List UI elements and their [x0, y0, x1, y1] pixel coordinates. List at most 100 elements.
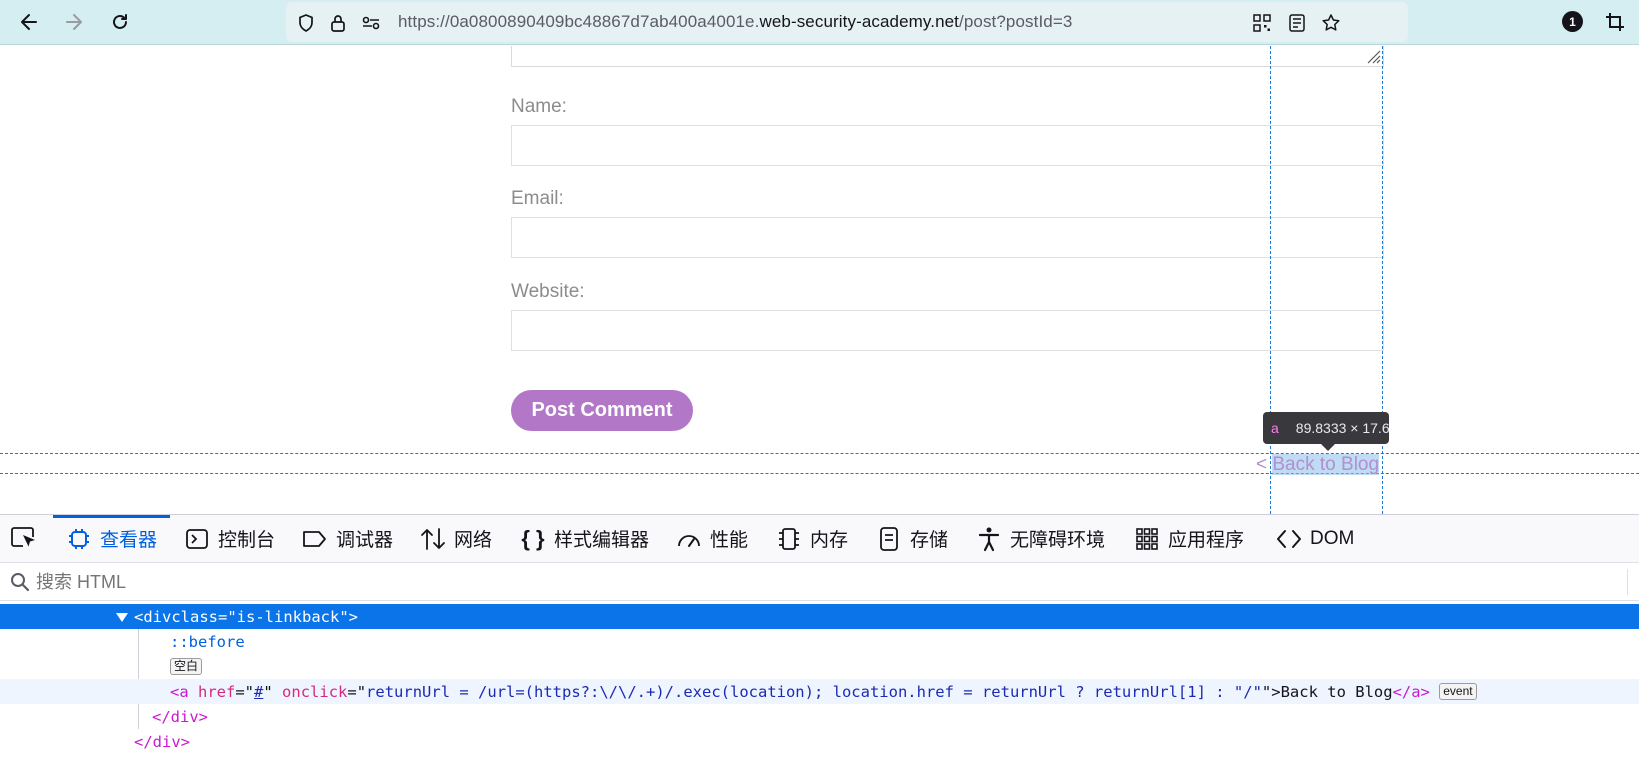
code-brackets-icon: [1276, 526, 1302, 552]
tab-dom[interactable]: DOM: [1276, 515, 1354, 562]
back-button[interactable]: [14, 8, 44, 36]
tooltip-size: 89.8333 × 17.6: [1295, 420, 1390, 436]
html-search-bar: [0, 563, 1639, 601]
markup-node-div-close[interactable]: </div>: [0, 704, 1639, 729]
memory-icon: [776, 526, 802, 552]
a-open: <a: [170, 682, 189, 701]
inspector-guide-bottom: [0, 473, 1639, 474]
a-close: </a>: [1392, 682, 1430, 701]
qr-code-icon[interactable]: [1251, 12, 1273, 34]
tab-application[interactable]: 应用程序: [1134, 515, 1244, 562]
tab-label: 样式编辑器: [554, 530, 650, 551]
expand-spacer: [0, 608, 134, 626]
element-picker-button[interactable]: [10, 525, 40, 553]
tab-label: 内存: [810, 530, 849, 551]
debugger-icon: [302, 526, 328, 552]
tab-label: 存储: [910, 530, 949, 551]
search-divider: [1627, 569, 1628, 595]
tab-label: 网络: [454, 530, 493, 551]
gauge-icon: [676, 526, 702, 552]
tab-debugger[interactable]: 调试器: [302, 515, 393, 562]
braces-icon: { }: [521, 525, 545, 551]
expand-triangle-icon[interactable]: [116, 612, 128, 622]
markup-node-a[interactable]: <a href =" # " onclick =" returnUrl = /url=(h…: [0, 679, 1639, 704]
a-href-attr: href: [198, 682, 236, 701]
inspector-tooltip: a 89.8333 × 17.6: [1263, 412, 1390, 444]
pseudo-before: ::before: [170, 632, 245, 651]
storage-icon: [876, 526, 902, 552]
tab-memory[interactable]: 内存: [776, 515, 848, 562]
console-icon: [184, 526, 210, 552]
forward-button[interactable]: [59, 8, 89, 36]
markup-node-whitespace[interactable]: 空白: [0, 654, 1639, 679]
div-close-outer: </div>: [134, 732, 190, 751]
shield-icon[interactable]: [295, 12, 317, 34]
tab-style-editor[interactable]: { } 样式编辑器: [520, 515, 649, 562]
site-permissions-icon[interactable]: [360, 12, 382, 34]
markup-node-div-close-outer[interactable]: </div>: [0, 729, 1639, 754]
a-onclick-val: returnUrl = /url=(https?:\/\/.+)/.exec(l…: [366, 682, 1262, 701]
extension-badge[interactable]: 1: [1562, 11, 1583, 32]
crop-icon: [1606, 13, 1624, 31]
a-onclick-attr: onclick: [282, 682, 348, 701]
a-text: Back to Blog: [1280, 682, 1393, 701]
arrow-right-icon: [66, 14, 82, 30]
back-to-blog-link[interactable]: < Back to Blog: [1256, 454, 1380, 476]
resize-grip-icon[interactable]: [1365, 48, 1381, 64]
event-badge[interactable]: event: [1439, 683, 1477, 700]
tab-performance[interactable]: 性能: [676, 515, 748, 562]
name-label: Name:: [511, 96, 567, 117]
accessibility-icon: [976, 526, 1002, 552]
markup-node-div-linkback[interactable]: <div class =" is-linkback ">: [0, 604, 1639, 629]
page-content: Name: Email: Website: Post Comment < Bac…: [0, 46, 1639, 514]
url-text[interactable]: https://0a0800890409bc48867d7ab400a4001e…: [398, 12, 1072, 32]
lock-icon[interactable]: [327, 12, 349, 34]
sel-val: is-linkback: [236, 607, 340, 626]
whitespace-badge[interactable]: 空白: [170, 658, 203, 675]
website-input[interactable]: [511, 310, 1384, 351]
url-domain: web-security-academy.net: [759, 12, 960, 31]
reload-button[interactable]: [105, 8, 135, 36]
screenshot-button[interactable]: [1600, 8, 1630, 36]
markup-node-before[interactable]: ::before: [0, 629, 1639, 654]
element-picker-icon: [11, 527, 35, 547]
div-close: </div>: [152, 707, 208, 726]
name-input[interactable]: [511, 125, 1384, 166]
website-label: Website:: [511, 281, 585, 302]
comment-textarea[interactable]: [511, 46, 1384, 67]
tab-accessibility[interactable]: 无障碍环境: [976, 515, 1105, 562]
tab-label: 控制台: [218, 530, 276, 551]
reader-view-icon[interactable]: [1286, 12, 1308, 34]
url-suffix: /post?postId=3: [959, 12, 1073, 31]
tab-label: 查看器: [100, 530, 158, 551]
sel-open: <div: [134, 607, 172, 626]
sel-eq: =": [218, 607, 237, 626]
arrow-left-icon: [21, 14, 37, 30]
email-input[interactable]: [511, 217, 1384, 258]
post-comment-button[interactable]: Post Comment: [511, 390, 693, 431]
url-prefix: https://0a0800890409bc48867d7ab400a4001e…: [398, 12, 760, 31]
address-bar[interactable]: https://0a0800890409bc48867d7ab400a4001e…: [286, 2, 1408, 42]
inspector-icon: [66, 526, 92, 552]
tab-label: 性能: [710, 530, 749, 551]
reload-icon: [113, 14, 127, 29]
tab-inspector[interactable]: 查看器: [52, 515, 171, 562]
search-html-input[interactable]: [34, 568, 1624, 596]
tab-storage[interactable]: 存储: [876, 515, 948, 562]
tab-label: DOM: [1310, 527, 1355, 549]
devtools-tabbar: 查看器 控制台 调试器 网络 { } 样式编辑器 性能 内存 存储 无障碍环境 …: [0, 515, 1639, 563]
search-icon: [11, 573, 30, 592]
a-href-val[interactable]: #: [254, 683, 263, 701]
email-label: Email:: [511, 188, 564, 209]
back-link-text: Back to Blog: [1272, 454, 1380, 475]
inspector-guide-top: [0, 453, 1639, 454]
tab-network[interactable]: 网络: [420, 515, 492, 562]
back-prefix: <: [1256, 454, 1273, 475]
browser-toolbar: https://0a0800890409bc48867d7ab400a4001e…: [0, 0, 1639, 45]
sel-attr: class: [171, 607, 218, 626]
tab-console[interactable]: 控制台: [184, 515, 275, 562]
network-icon: [420, 526, 446, 552]
devtools-panel: 查看器 控制台 调试器 网络 { } 样式编辑器 性能 内存 存储 无障碍环境 …: [0, 514, 1639, 759]
tooltip-arrow: [1321, 444, 1335, 451]
bookmark-star-icon[interactable]: [1320, 12, 1342, 34]
